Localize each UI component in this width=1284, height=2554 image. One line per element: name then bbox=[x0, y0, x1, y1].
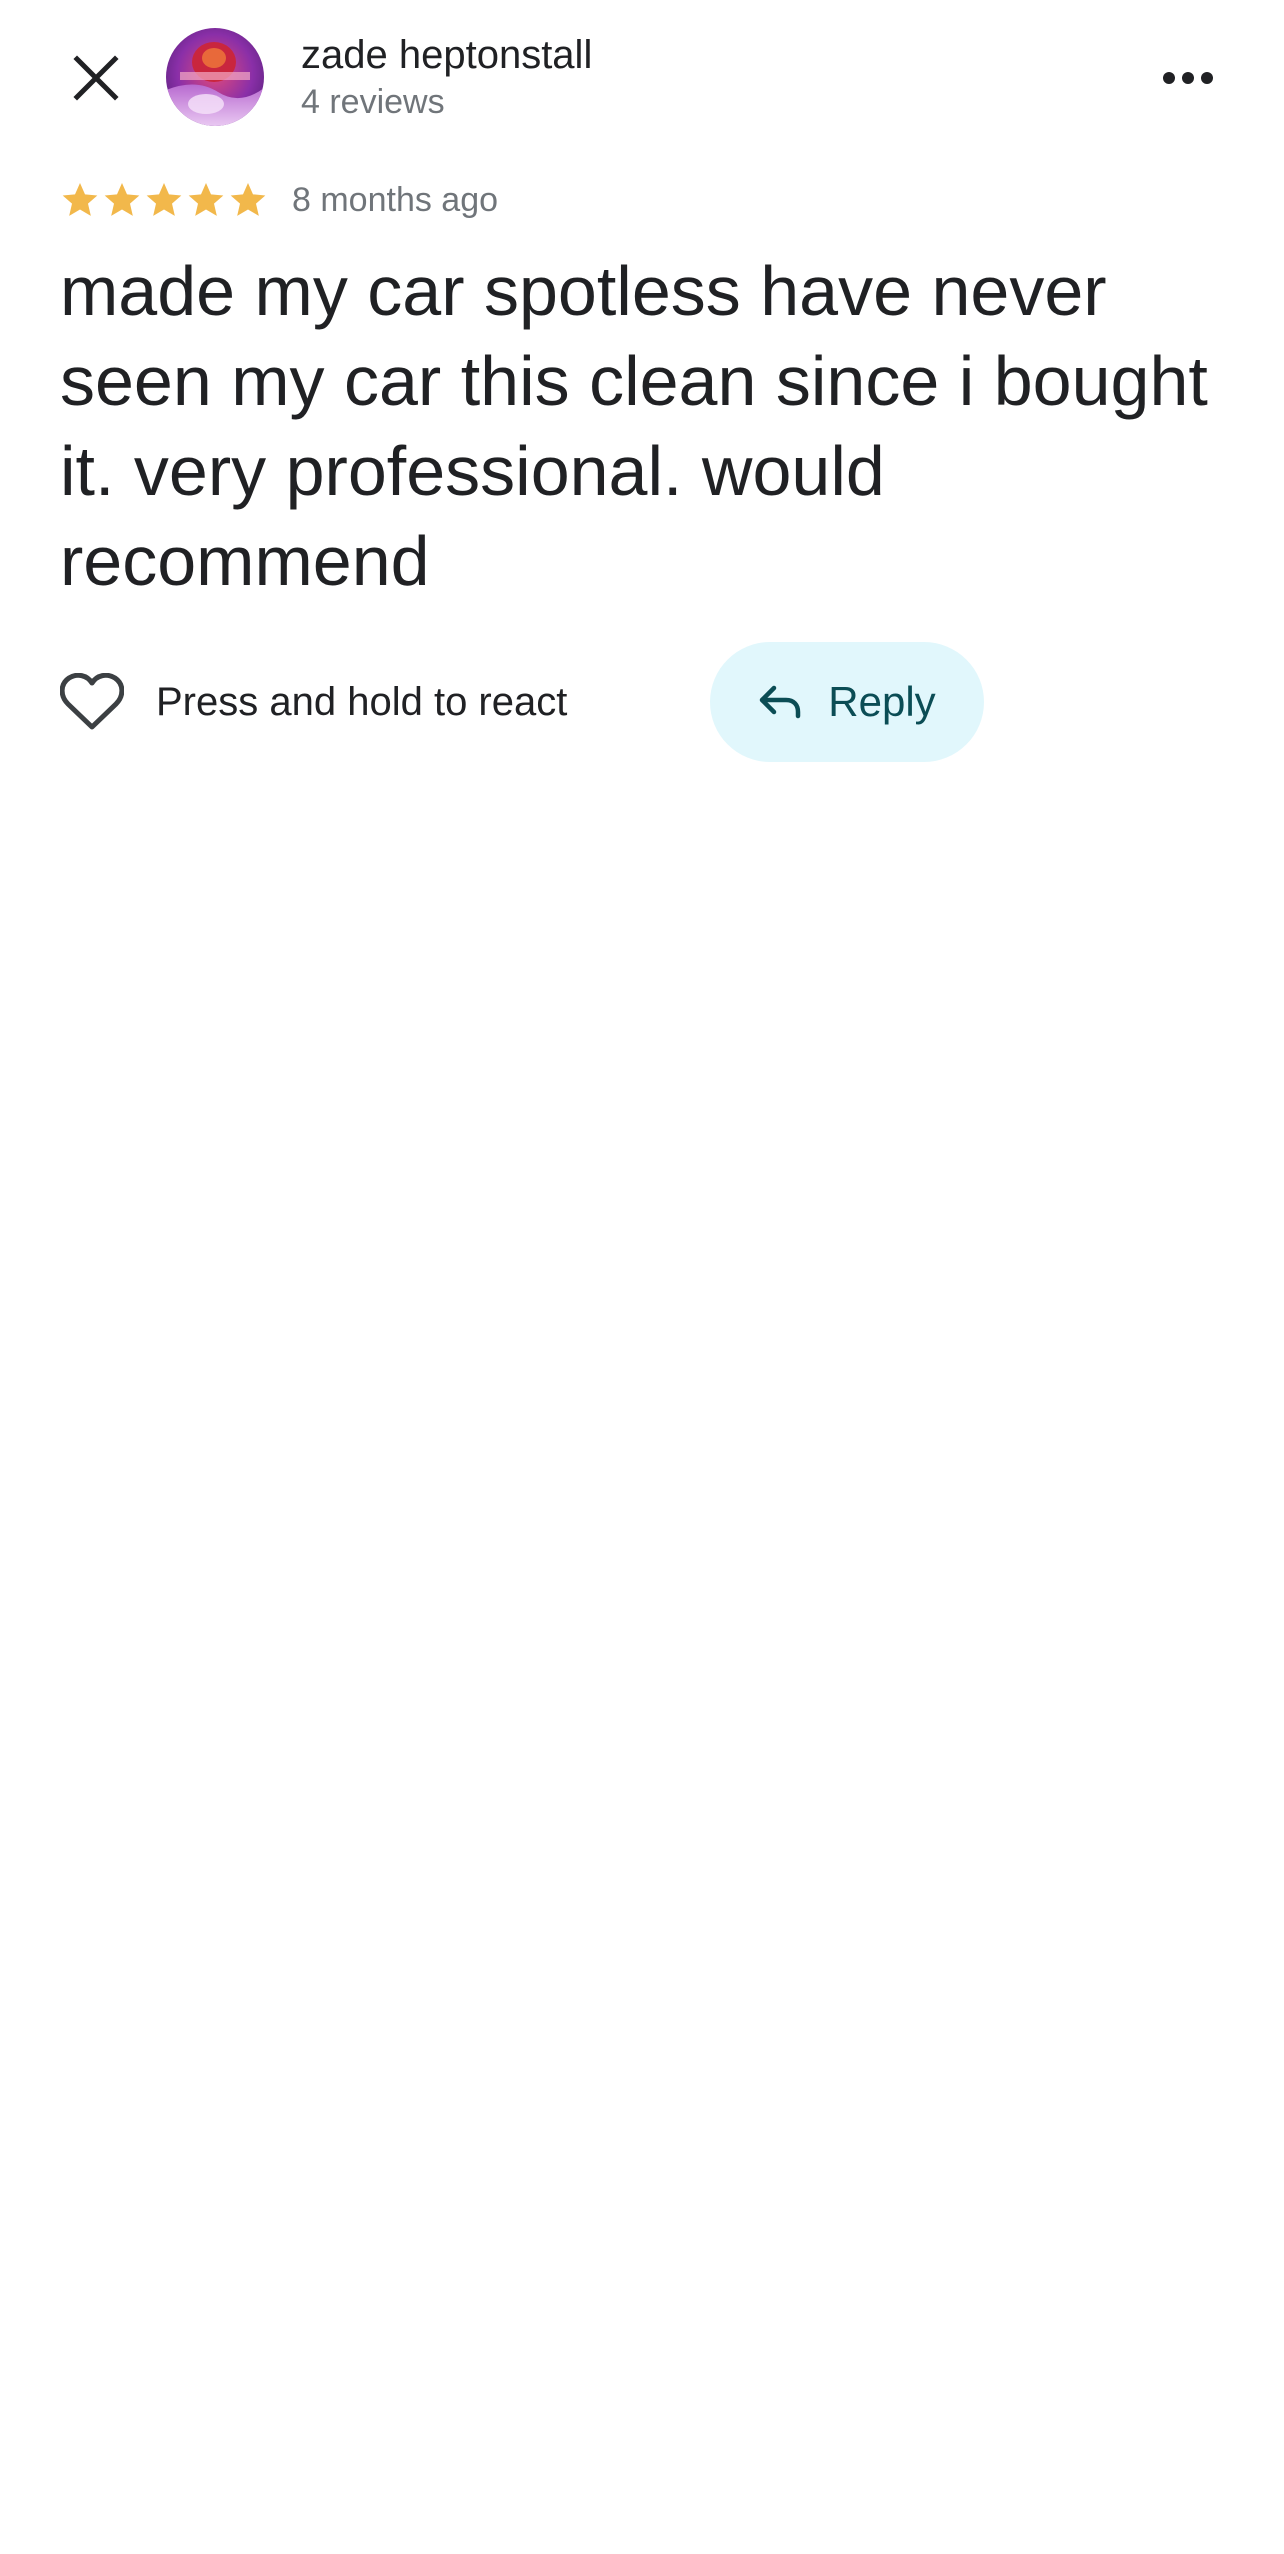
heart-outline-icon bbox=[60, 673, 124, 730]
star-icon bbox=[146, 183, 182, 216]
avatar-image bbox=[166, 28, 264, 126]
star-rating bbox=[60, 180, 268, 220]
reply-button[interactable]: Reply bbox=[710, 642, 984, 762]
reply-label: Reply bbox=[828, 678, 936, 725]
close-button[interactable] bbox=[56, 38, 136, 118]
star-icon bbox=[62, 183, 98, 216]
rating-row: 8 months ago bbox=[60, 172, 498, 228]
more-options-button[interactable] bbox=[1148, 38, 1228, 118]
star-icon bbox=[230, 183, 266, 216]
react-button[interactable]: Press and hold to react bbox=[60, 660, 567, 744]
star-icon bbox=[104, 183, 140, 216]
review-date: 8 months ago bbox=[292, 180, 499, 219]
more-horizontal-icon bbox=[1163, 72, 1213, 84]
react-label: Press and hold to react bbox=[156, 679, 568, 724]
avatar[interactable] bbox=[166, 28, 264, 126]
reply-arrow-icon bbox=[760, 685, 801, 719]
close-icon bbox=[73, 55, 119, 101]
reviewer-review-count: 4 reviews bbox=[301, 83, 445, 121]
reviewer-name[interactable]: zade heptonstall bbox=[301, 30, 592, 80]
review-header: zade heptonstall 4 reviews bbox=[0, 0, 1284, 150]
star-icon bbox=[188, 183, 224, 216]
review-text: made my car spotless have never seen my … bbox=[60, 252, 1208, 600]
